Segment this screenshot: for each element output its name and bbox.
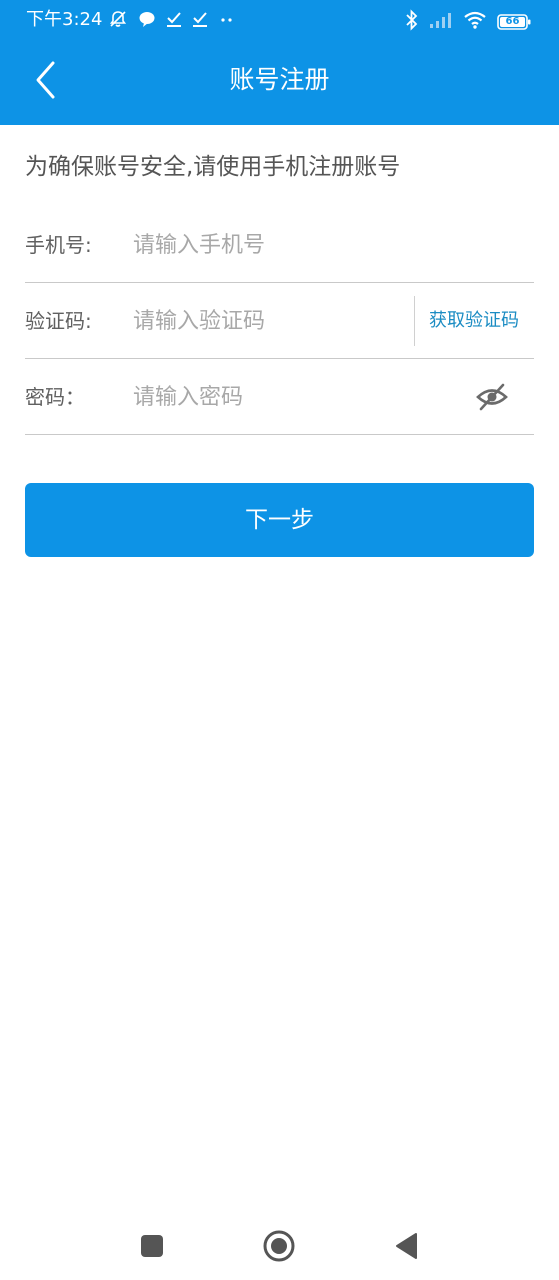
status-time: 下午3:24 (26, 9, 103, 30)
phone-input[interactable] (133, 226, 513, 264)
recents-square-icon[interactable] (134, 1228, 170, 1264)
app-bar: 账号注册 (0, 42, 559, 125)
password-input[interactable] (133, 378, 453, 416)
check-icon (192, 10, 208, 32)
page-title: 账号注册 (229, 65, 330, 94)
security-notice: 为确保账号安全,请使用手机注册账号 (25, 154, 401, 180)
battery-level: 66 (505, 16, 520, 27)
back-triangle-icon[interactable] (388, 1228, 424, 1264)
verification-code-row: 验证码: 获取验证码 (25, 284, 534, 359)
bluetooth-icon (405, 9, 419, 35)
verification-code-label: 验证码: (25, 309, 92, 333)
battery-icon: 66 (497, 13, 531, 31)
verification-code-input[interactable] (133, 302, 403, 340)
signal-icon (429, 11, 453, 33)
status-bar: 下午3:24 66 (0, 0, 559, 42)
status-notification-icons (108, 9, 236, 33)
password-label: 密码： (25, 385, 85, 409)
eye-off-icon[interactable] (476, 382, 508, 412)
more-dots-icon (218, 10, 236, 32)
phone-label: 手机号: (25, 233, 92, 257)
get-code-button[interactable]: 获取验证码 (429, 284, 519, 358)
status-system-icons: 66 (405, 9, 531, 35)
divider (414, 296, 415, 346)
home-circle-icon[interactable] (261, 1228, 297, 1264)
password-row: 密码： (25, 360, 534, 435)
check-icon (166, 10, 182, 32)
chat-bubble-icon (138, 10, 156, 32)
mute-bell-icon (108, 9, 128, 33)
phone-row: 手机号: (25, 208, 534, 283)
next-step-button[interactable]: 下一步 (25, 483, 534, 557)
wifi-icon (463, 10, 487, 34)
system-nav-bar (0, 1208, 559, 1280)
